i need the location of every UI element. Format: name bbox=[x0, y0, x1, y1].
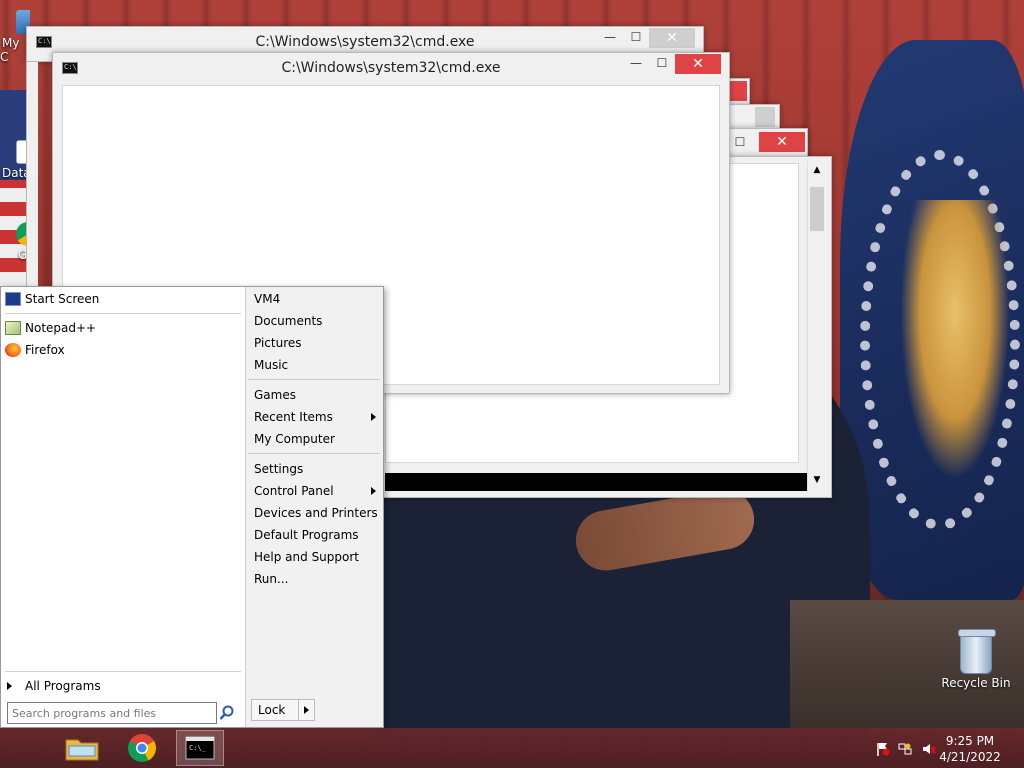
menu-item-vm4[interactable]: VM4 bbox=[254, 289, 380, 309]
start-menu-places: VM4 Documents Pictures Music Games Recen… bbox=[245, 287, 383, 727]
menu-item-documents[interactable]: Documents bbox=[254, 311, 380, 331]
lock-options-button[interactable] bbox=[298, 700, 314, 720]
separator bbox=[5, 671, 241, 672]
close-button[interactable]: ✕ bbox=[649, 28, 695, 48]
menu-item-label: Run... bbox=[254, 572, 289, 586]
separator bbox=[248, 453, 380, 454]
all-programs-label: All Programs bbox=[25, 679, 101, 693]
folder-icon bbox=[65, 739, 99, 761]
menu-item-label: Firefox bbox=[25, 343, 65, 357]
menu-item-label: Recent Items bbox=[254, 410, 333, 424]
maximize-button[interactable]: ☐ bbox=[727, 133, 753, 153]
desktop-icon-label: My C bbox=[0, 36, 20, 64]
menu-item-label: My Computer bbox=[254, 432, 335, 446]
taskbar-cmd[interactable]: C:\_ bbox=[176, 730, 224, 766]
menu-item-label: VM4 bbox=[254, 292, 281, 306]
menu-item-my-computer[interactable]: My Computer bbox=[254, 429, 380, 449]
clock[interactable]: 9:25 PM 4/21/2022 bbox=[930, 733, 1010, 765]
close-button[interactable]: ✕ bbox=[675, 54, 721, 74]
menu-item-label: Documents bbox=[254, 314, 323, 328]
taskbar: C:\_ 9:25 PM 4/21/2022 bbox=[0, 728, 1024, 768]
flag-icon[interactable] bbox=[876, 742, 890, 756]
recycle-bin-label: Recycle Bin bbox=[941, 676, 1011, 690]
taskbar-file-explorer[interactable] bbox=[58, 730, 106, 766]
menu-item-music[interactable]: Music bbox=[254, 355, 380, 375]
menu-item-label: Start Screen bbox=[25, 292, 100, 306]
menu-item-label: Notepad++ bbox=[25, 321, 97, 335]
chevron-right-icon bbox=[7, 682, 12, 690]
minimize-button[interactable]: — bbox=[597, 28, 623, 48]
menu-item-games[interactable]: Games bbox=[254, 385, 380, 405]
minimize-button[interactable]: — bbox=[623, 54, 649, 74]
menu-item-pictures[interactable]: Pictures bbox=[254, 333, 380, 353]
chevron-right-icon bbox=[371, 487, 376, 495]
menu-item-control-panel[interactable]: Control Panel bbox=[254, 481, 380, 501]
scrollbar[interactable]: ▲ ▼ bbox=[807, 161, 825, 491]
wallpaper-eagle bbox=[900, 200, 1010, 480]
scroll-up-icon[interactable]: ▲ bbox=[810, 165, 824, 177]
scroll-thumb[interactable] bbox=[810, 187, 824, 231]
scroll-down-icon[interactable]: ▼ bbox=[810, 475, 824, 487]
lock-label: Lock bbox=[258, 703, 286, 717]
cmd-window-1-border bbox=[26, 62, 38, 292]
lock-button[interactable]: Lock bbox=[251, 699, 315, 721]
menu-item-recent-items[interactable]: Recent Items bbox=[254, 407, 380, 427]
close-button[interactable]: ✕ bbox=[759, 132, 805, 152]
menu-item-label: Music bbox=[254, 358, 289, 372]
close-button[interactable] bbox=[755, 107, 775, 127]
clock-time: 9:25 PM bbox=[945, 734, 995, 748]
svg-text:C:\_: C:\_ bbox=[189, 744, 207, 752]
network-icon[interactable] bbox=[898, 742, 912, 756]
firefox-icon bbox=[5, 343, 21, 357]
notepad-plus-plus-icon bbox=[5, 321, 21, 335]
start-screen-icon bbox=[5, 292, 21, 306]
menu-item-help-and-support[interactable]: Help and Support bbox=[254, 547, 380, 567]
search-input[interactable] bbox=[7, 702, 217, 724]
clock-date: 4/21/2022 bbox=[939, 750, 1001, 764]
separator bbox=[5, 313, 241, 314]
taskbar-chrome[interactable] bbox=[118, 730, 166, 766]
search-icon[interactable] bbox=[219, 705, 235, 721]
menu-item-label: Pictures bbox=[254, 336, 302, 350]
maximize-button[interactable]: ☐ bbox=[623, 28, 649, 48]
menu-item-label: Default Programs bbox=[254, 528, 359, 542]
chevron-right-icon bbox=[371, 413, 376, 421]
menu-item-run[interactable]: Run... bbox=[254, 569, 380, 589]
menu-item-label: Control Panel bbox=[254, 484, 334, 498]
desktop-icon-recycle-bin[interactable]: Recycle Bin bbox=[940, 629, 1012, 690]
menu-item-settings[interactable]: Settings bbox=[254, 459, 380, 479]
menu-item-label: Devices and Printers bbox=[254, 506, 378, 520]
chrome-icon bbox=[128, 734, 156, 762]
menu-item-label: Help and Support bbox=[254, 550, 359, 564]
maximize-button[interactable]: ☐ bbox=[649, 54, 675, 74]
start-menu: Start Screen Notepad++ Firefox All Progr… bbox=[0, 286, 384, 728]
separator bbox=[248, 379, 380, 380]
menu-item-label: Games bbox=[254, 388, 296, 402]
menu-item-default-programs[interactable]: Default Programs bbox=[254, 525, 380, 545]
recycle-bin-icon bbox=[958, 629, 996, 674]
console-strip bbox=[385, 473, 807, 491]
menu-item-label: Settings bbox=[254, 462, 304, 476]
cmd-icon: C:\_ bbox=[185, 736, 215, 760]
start-menu-programs: Start Screen Notepad++ Firefox All Progr… bbox=[1, 287, 245, 727]
menu-item-devices-and-printers[interactable]: Devices and Printers bbox=[254, 503, 380, 523]
